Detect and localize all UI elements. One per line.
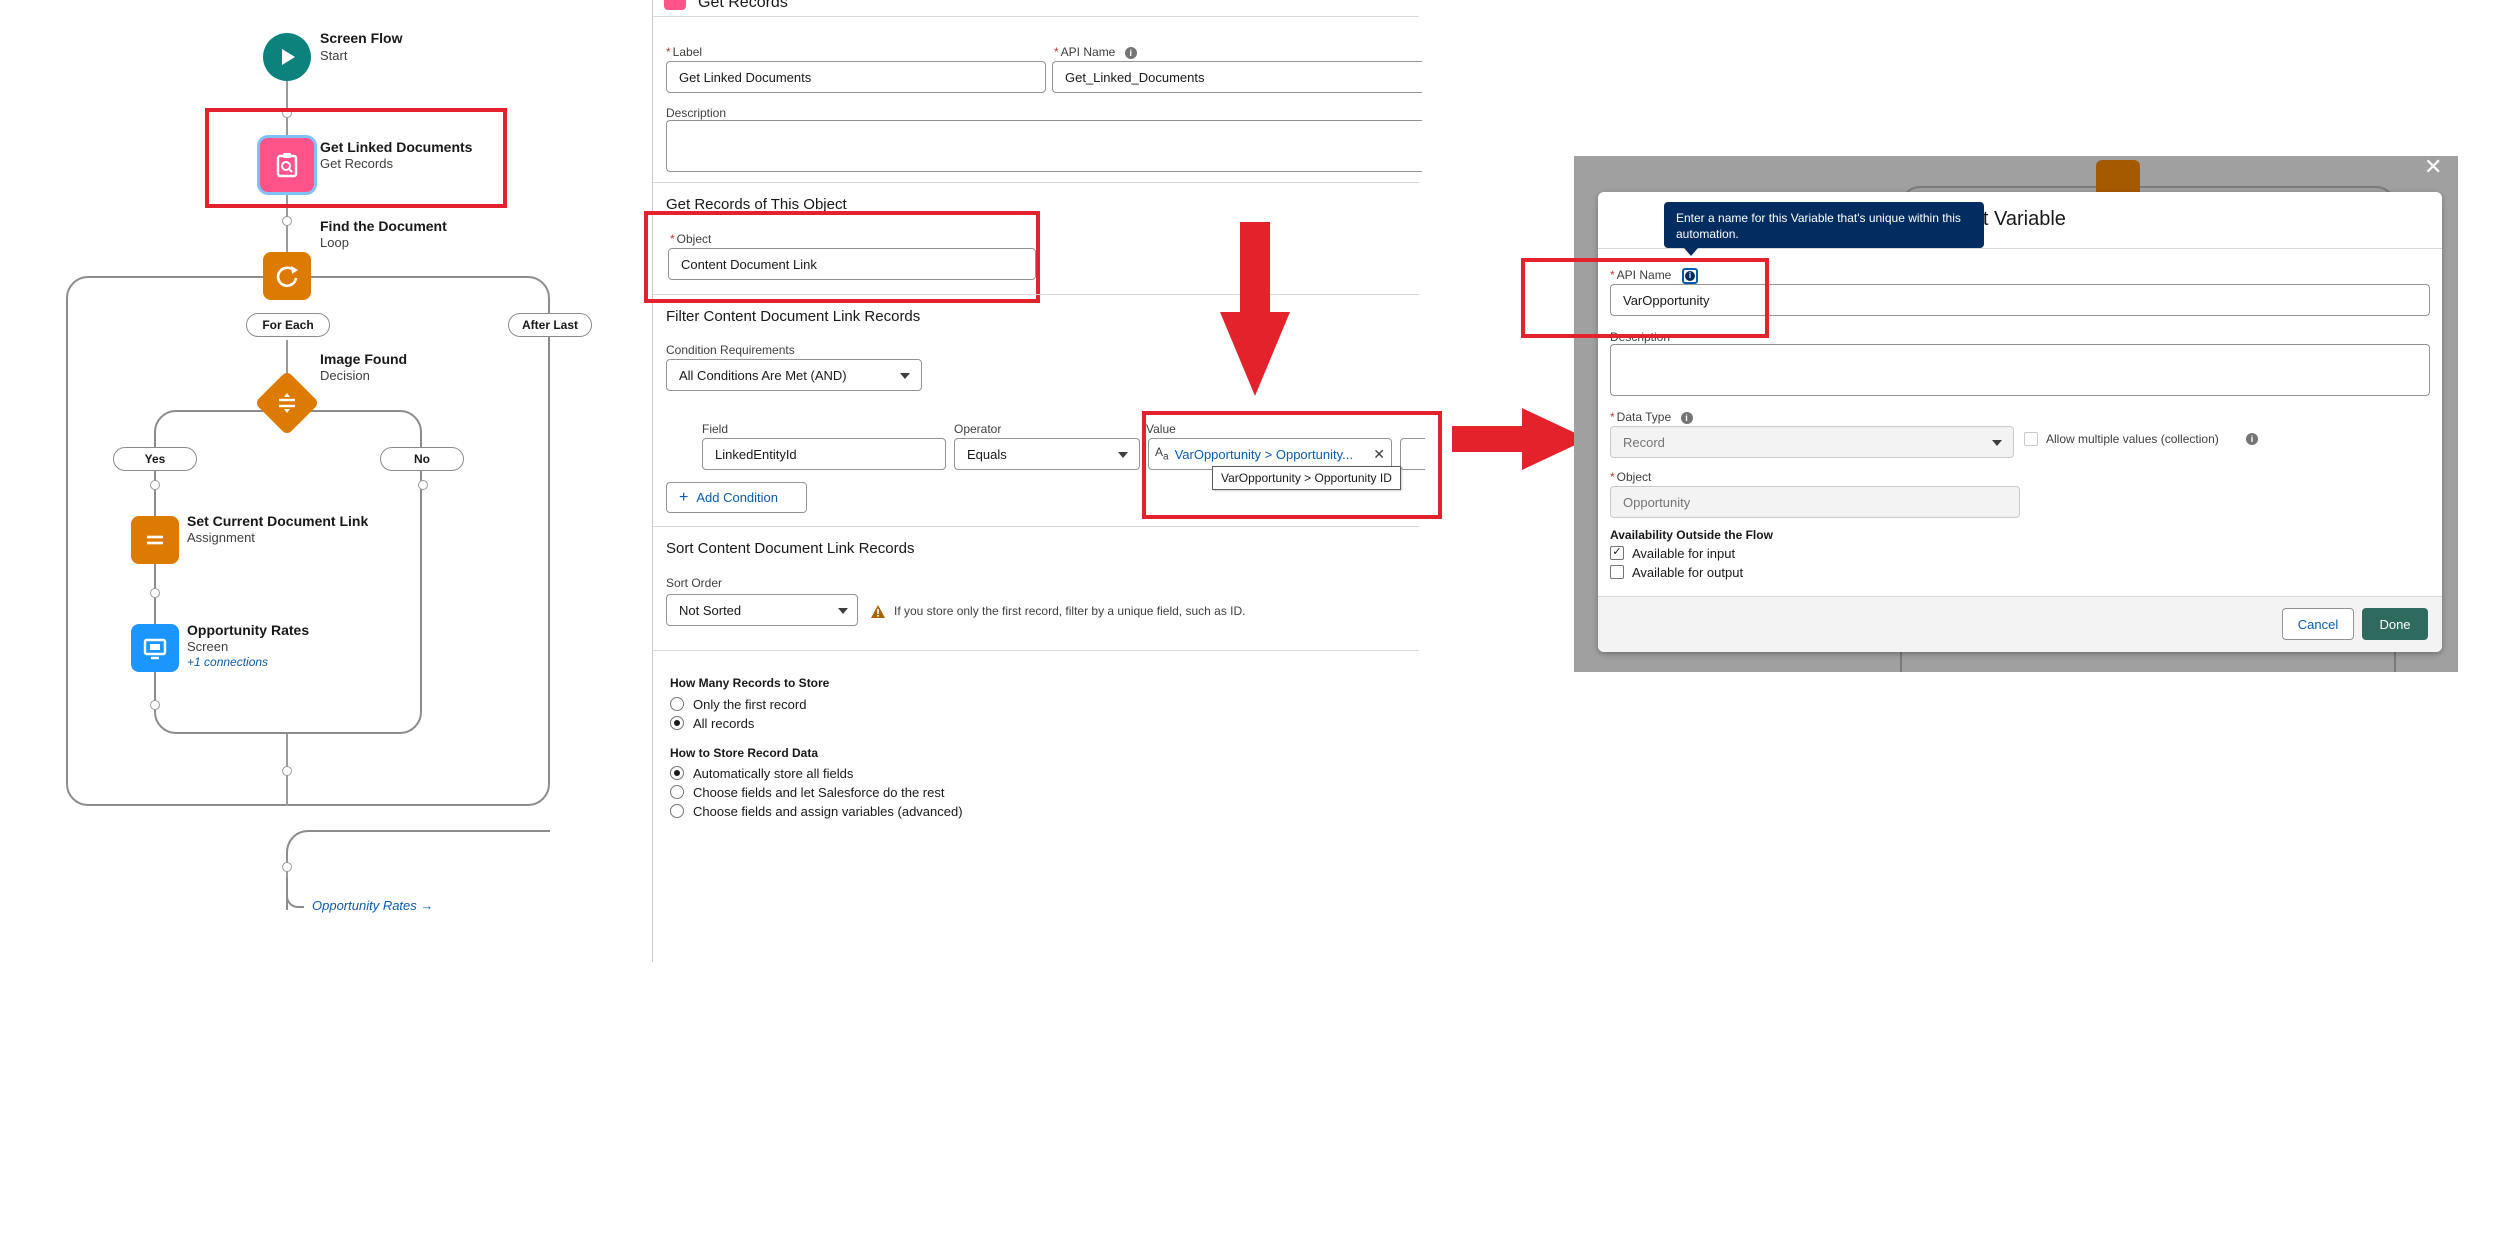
chevron-down-icon — [900, 373, 910, 379]
play-icon — [282, 49, 295, 65]
highlight-value-field — [1142, 411, 1442, 519]
screen-node-title: Opportunity Rates — [187, 622, 310, 638]
info-icon[interactable]: i — [2246, 433, 2258, 445]
assignment-node-subtitle: Assignment — [187, 530, 255, 545]
available-output-checkbox[interactable] — [1610, 565, 1624, 579]
loop-node-subtitle: Loop — [320, 235, 349, 250]
allow-multiple-label: Allow multiple values (collection) — [2046, 432, 2219, 446]
panel-header: Get Records — [698, 0, 788, 11]
chevron-down-icon — [838, 608, 848, 614]
screen-connections-link[interactable]: +1 connections — [187, 655, 268, 669]
sort-order-label: Sort Order — [666, 576, 723, 590]
sort-section-title: Sort Content Document Link Records — [666, 540, 915, 557]
assignment-node-title: Set Current Document Link — [187, 513, 369, 529]
start-node-title: Screen Flow — [320, 30, 403, 46]
filter-section-title: Filter Content Document Link Records — [666, 308, 921, 325]
screen-node[interactable] — [131, 624, 179, 672]
start-node-subtitle: Start — [320, 48, 348, 63]
get-records-header-icon — [664, 0, 686, 10]
radio-choose-fields[interactable] — [670, 785, 684, 799]
available-input-label: Available for input — [1632, 546, 1736, 561]
highlight-object-field — [644, 211, 1040, 303]
radio-assign-variables[interactable] — [670, 804, 684, 818]
decision-icon — [279, 393, 295, 413]
highlight-api-name-field — [1521, 258, 1769, 338]
modal-data-type-label: * Data Type i — [1610, 410, 1693, 424]
close-icon[interactable]: ✕ — [2424, 154, 2442, 180]
radio-all-records[interactable] — [670, 716, 684, 730]
option-assign-variables: Choose fields and assign variables (adva… — [693, 804, 963, 819]
screen-node-subtitle: Screen — [187, 639, 229, 654]
how-many-records-label: How Many Records to Store — [670, 676, 830, 690]
assignment-node[interactable] — [131, 516, 179, 564]
allow-multiple-checkbox[interactable] — [2024, 432, 2038, 446]
modal-data-type-select[interactable]: Record — [1610, 426, 2014, 458]
condition-requirements-select[interactable]: All Conditions Are Met (AND) — [666, 359, 922, 391]
operator-select[interactable]: Equals — [954, 438, 1140, 470]
info-icon[interactable]: i — [1124, 47, 1137, 59]
loop-node-title: Find the Document — [320, 218, 447, 234]
chevron-down-icon — [1992, 440, 2002, 446]
done-button[interactable]: Done — [2362, 608, 2428, 640]
info-icon[interactable]: i — [1680, 412, 1693, 424]
operator-label: Operator — [954, 422, 1002, 436]
available-output-label: Available for output — [1632, 565, 1744, 580]
cancel-button[interactable]: Cancel — [2282, 608, 2354, 640]
api-name-field-label: * API Name i — [1054, 45, 1137, 59]
label-input[interactable]: Get Linked Documents — [666, 61, 1046, 93]
canvas-panel-divider — [652, 0, 653, 962]
yes-outcome-pill[interactable]: Yes — [113, 447, 197, 471]
decision-node-subtitle: Decision — [320, 368, 370, 383]
loop-icon — [276, 266, 298, 288]
sort-hint: If you store only the first record, filt… — [894, 604, 1246, 618]
no-outcome-pill[interactable]: No — [380, 447, 464, 471]
assignment-icon — [147, 535, 163, 545]
condition-requirements-label: Condition Requirements — [666, 343, 795, 357]
modal-object-input[interactable]: Opportunity — [1610, 486, 2020, 518]
highlight-get-records-node — [205, 108, 507, 208]
modal-description-textarea[interactable] — [1610, 344, 2430, 396]
description-textarea[interactable] — [666, 120, 1422, 172]
right-arrow-annotation — [1452, 408, 1588, 470]
start-node[interactable] — [263, 33, 311, 81]
availability-label: Availability Outside the Flow — [1610, 528, 1773, 542]
screen-icon — [143, 638, 167, 660]
option-first-record: Only the first record — [693, 697, 807, 712]
sort-order-select[interactable]: Not Sorted — [666, 594, 858, 626]
down-arrow-annotation — [1220, 222, 1290, 396]
api-name-tooltip: Enter a name for this Variable that's un… — [1664, 202, 1984, 248]
available-input-checkbox[interactable]: ✓ — [1610, 546, 1624, 560]
radio-auto-store[interactable] — [670, 766, 684, 780]
option-choose-fields: Choose fields and let Salesforce do the … — [693, 785, 945, 800]
option-all-records: All records — [693, 716, 755, 731]
radio-first-record[interactable] — [670, 697, 684, 711]
option-auto-store: Automatically store all fields — [693, 766, 854, 781]
description-field-label: Description — [666, 106, 727, 120]
for-each-pill[interactable]: For Each — [246, 313, 330, 337]
opportunity-rates-link[interactable]: Opportunity Rates → — [312, 898, 433, 913]
how-store-label: How to Store Record Data — [670, 746, 819, 760]
after-last-pill[interactable]: After Last — [508, 313, 592, 337]
field-input[interactable]: LinkedEntityId — [702, 438, 946, 470]
api-name-input[interactable]: Get_Linked_Documents — [1052, 61, 1422, 93]
warning-icon — [871, 605, 885, 618]
field-label: Field — [702, 422, 729, 436]
label-field-label: * Label — [666, 45, 703, 59]
loop-node[interactable] — [263, 252, 311, 300]
modal-object-label: * Object — [1610, 470, 1652, 484]
chevron-down-icon — [1118, 452, 1128, 458]
add-icon: + — [679, 488, 689, 506]
add-condition-button[interactable]: + Add Condition — [666, 482, 807, 513]
decision-node-title: Image Found — [320, 351, 408, 367]
